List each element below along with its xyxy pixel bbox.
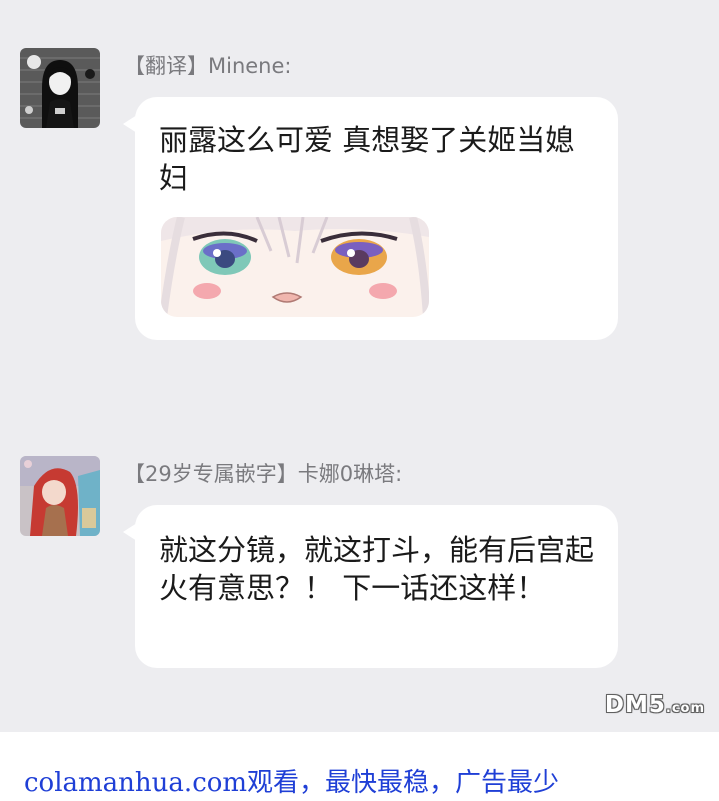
watermark-suffix: .com xyxy=(665,701,705,716)
avatar[interactable] xyxy=(20,48,100,128)
message-text: 就这分镜，就这打斗，能有后宫起火有意思？！ 下一话还这样！ xyxy=(159,533,595,605)
chat-area: 【翻译】Minene: 丽露这么可爱 真想娶了关姬当媳妇 【29岁专属嵌字】卡娜… xyxy=(0,0,719,732)
sender-name: 【29岁专属嵌字】卡娜0琳塔: xyxy=(124,462,403,486)
message-bubble[interactable]: 就这分镜，就这打斗，能有后宫起火有意思？！ 下一话还这样！ xyxy=(123,505,618,668)
redhair-girl-avatar-icon xyxy=(20,456,100,536)
message-bubble[interactable]: 丽露这么可爱 真想娶了关姬当媳妇 xyxy=(123,97,618,340)
watermark-brand: DM5 xyxy=(604,692,666,718)
footer: colamanhua.com观看，最快最稳，广告最少 xyxy=(0,732,719,801)
anime-eyes-icon xyxy=(161,217,429,317)
dm5-watermark: DM5.com xyxy=(605,692,705,718)
girl-avatar-icon xyxy=(20,48,100,128)
sender-name: 【翻译】Minene: xyxy=(124,54,292,78)
avatar[interactable] xyxy=(20,456,100,536)
message-text: 丽露这么可爱 真想娶了关姬当媳妇 xyxy=(159,123,575,195)
anime-eyes-sticker[interactable] xyxy=(161,217,429,317)
footer-link[interactable]: colamanhua.com观看，最快最稳，广告最少 xyxy=(24,762,559,799)
